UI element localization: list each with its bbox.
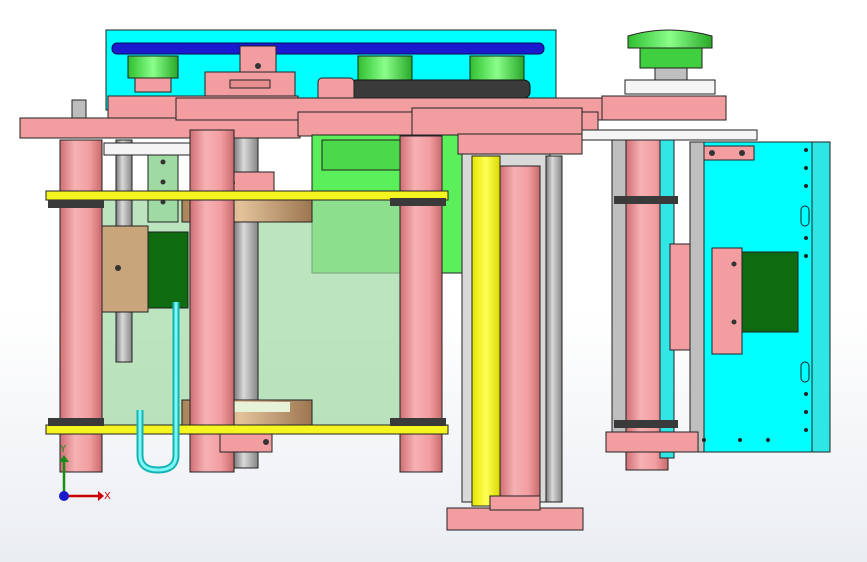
dark-green-module-left <box>147 231 189 309</box>
center-top-cap <box>457 133 583 155</box>
triad-x-label: X <box>104 491 111 502</box>
sensor-bracket-top <box>103 142 191 156</box>
right-pillar-1 <box>611 139 627 453</box>
cad-viewport[interactable]: X Y <box>0 0 867 562</box>
main-beam-left <box>19 117 301 139</box>
ring-bolt <box>263 439 269 445</box>
right-bar-light <box>581 129 758 141</box>
right-cyan-plate-edge <box>811 141 831 453</box>
timing-belt <box>349 79 531 99</box>
yellow-roller <box>471 155 501 507</box>
right-bracket-bolt-2 <box>739 150 745 156</box>
tan-side-block <box>101 225 149 313</box>
right-bracket-bolt-1 <box>709 150 715 156</box>
right-bottom-plate <box>605 431 699 453</box>
right-top-band <box>614 196 678 204</box>
pink-roller-center <box>499 165 541 497</box>
blue-belt <box>111 42 545 55</box>
green-motor-inner <box>321 139 403 171</box>
yellow-guide-bottom <box>45 424 449 435</box>
triad-y-label: Y <box>59 444 67 455</box>
tensioner-bolt <box>255 63 261 69</box>
bracket-hole-1 <box>160 159 166 165</box>
right-pillar-3 <box>689 141 705 453</box>
top-pulley-left <box>127 55 179 93</box>
right-plate-slot-1 <box>800 205 810 227</box>
center-bottom-plate <box>446 507 584 531</box>
assembly-drawing[interactable]: X Y <box>0 0 867 562</box>
module-bolt-1 <box>731 261 737 267</box>
idler-hub <box>229 79 271 89</box>
right-plate-slot-2 <box>800 361 810 383</box>
tan-block-bolt <box>115 265 121 271</box>
clamp-bl <box>48 418 104 426</box>
right-module-clamp <box>711 247 743 355</box>
right-top-brackets <box>697 145 755 161</box>
center-bottom-hub <box>489 495 541 511</box>
pillar-left-2 <box>189 129 235 473</box>
small-hex-bolt <box>71 99 87 119</box>
clamp-br <box>390 418 446 426</box>
right-bottom-band <box>614 420 678 428</box>
module-bolt-2 <box>731 319 737 325</box>
yellow-guide-top <box>45 190 449 201</box>
center-gray-rod <box>545 155 563 503</box>
clamp-tl <box>48 200 104 208</box>
bracket-hole-2 <box>160 179 166 185</box>
top-pulley-right <box>469 55 525 81</box>
top-pulley-mid <box>357 55 413 81</box>
clamp-tr <box>390 198 446 206</box>
triad-z-axis <box>59 491 69 501</box>
beam-right-end <box>601 95 727 121</box>
right-top-pulley <box>624 29 716 95</box>
